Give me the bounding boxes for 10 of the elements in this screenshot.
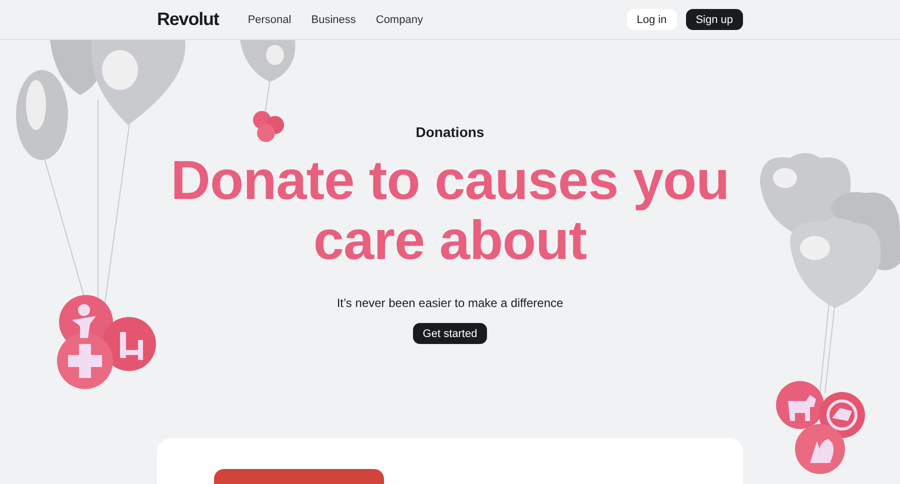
nav-link[interactable]: Business [311,14,356,26]
login-button[interactable]: Log in [626,9,677,30]
get-started-button[interactable]: Get started [412,323,488,344]
nav-link[interactable]: Company [376,14,423,26]
signup-button[interactable]: Sign up [686,9,743,30]
logo[interactable]: Revolut [157,9,219,30]
nav-link[interactable]: Personal [248,14,292,26]
hero-heading: Donate to causes you care about [170,150,730,270]
hero-subtitle: It’s never been easier to make a difference [336,296,564,310]
section-label: Donations [416,124,484,140]
